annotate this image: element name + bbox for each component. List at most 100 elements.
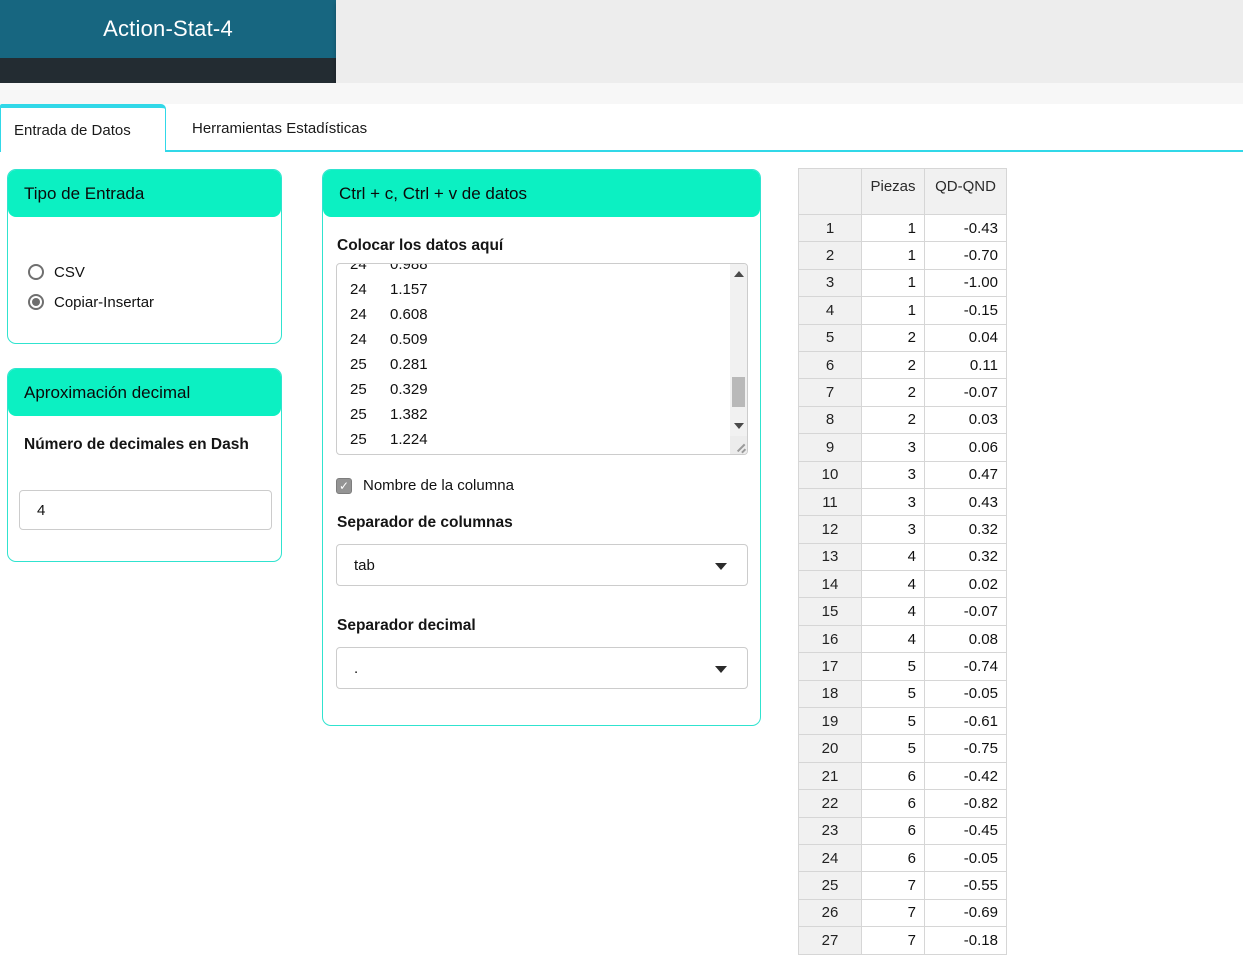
column-name-checkbox[interactable]: ✓ — [336, 477, 352, 494]
radio-option-copiar-insertar[interactable]: Copiar-Insertar — [28, 287, 281, 317]
textarea-line: 24 1.157 — [350, 281, 428, 298]
piezas-cell[interactable]: 1 — [861, 213, 925, 243]
row-index-cell: 17 — [798, 652, 862, 681]
qdqnd-cell[interactable]: -0.61 — [924, 707, 1007, 736]
piezas-cell[interactable]: 2 — [861, 378, 925, 407]
radio-button-icon[interactable] — [28, 264, 44, 280]
qdqnd-cell[interactable]: -0.74 — [924, 652, 1007, 681]
piezas-cell[interactable]: 2 — [861, 323, 925, 352]
tab-entrada-de-datos[interactable]: Entrada de Datos — [0, 104, 166, 152]
resize-grip-icon — [741, 447, 746, 453]
piezas-cell[interactable]: 1 — [861, 241, 925, 270]
qdqnd-cell[interactable]: -0.82 — [924, 789, 1007, 818]
qdqnd-cell[interactable]: -0.43 — [924, 213, 1007, 243]
column-separator-select[interactable]: tab — [336, 544, 748, 586]
piezas-cell[interactable]: 6 — [861, 816, 925, 845]
qdqnd-cell[interactable]: -0.18 — [924, 926, 1007, 955]
piezas-cell[interactable]: 7 — [861, 898, 925, 928]
checkbox-label: Nombre de la columna — [363, 477, 514, 494]
piezas-cell[interactable]: 5 — [861, 652, 925, 681]
textarea-resize-handle[interactable] — [730, 436, 747, 454]
column-separator-label: Separador de columnas — [337, 514, 513, 531]
piezas-cell[interactable]: 4 — [861, 542, 925, 572]
row-index-cell: 3 — [798, 268, 862, 298]
piezas-cell[interactable]: 4 — [861, 570, 925, 599]
qdqnd-cell[interactable]: 0.04 — [924, 323, 1007, 352]
table-row: 5 2 0.04 — [798, 323, 1007, 352]
piezas-cell[interactable]: 5 — [861, 707, 925, 736]
table-row: 23 6 -0.45 — [798, 816, 1007, 845]
qdqnd-cell[interactable]: 0.11 — [924, 350, 1007, 380]
qdqnd-cell[interactable]: -0.70 — [924, 241, 1007, 270]
piezas-cell[interactable]: 5 — [861, 734, 925, 763]
qdqnd-cell[interactable]: 0.32 — [924, 542, 1007, 572]
input-type-radio-group: CSV Copiar-Insertar — [8, 217, 281, 317]
qdqnd-cell[interactable]: -0.42 — [924, 761, 1007, 791]
column-separator-value: tab — [354, 556, 375, 574]
piezas-cell[interactable]: 7 — [861, 871, 925, 900]
table-row: 18 5 -0.05 — [798, 679, 1007, 709]
decimal-separator-select[interactable]: . — [336, 647, 748, 689]
textarea-line: 25 0.329 — [350, 381, 428, 398]
scroll-down-arrow-icon[interactable] — [734, 423, 744, 429]
qdqnd-cell[interactable]: 0.43 — [924, 487, 1007, 517]
qdqnd-cell[interactable]: -0.75 — [924, 734, 1007, 763]
radio-option-csv[interactable]: CSV — [28, 257, 281, 287]
row-index-cell: 8 — [798, 405, 862, 435]
piezas-cell[interactable]: 3 — [861, 487, 925, 517]
scroll-up-arrow-icon[interactable] — [734, 271, 744, 277]
decimals-input[interactable] — [19, 490, 272, 530]
table-row: 2 1 -0.70 — [798, 241, 1007, 270]
header-piezas: Piezas — [861, 168, 925, 215]
piezas-cell[interactable]: 2 — [861, 350, 925, 380]
piezas-cell[interactable]: 2 — [861, 405, 925, 435]
qdqnd-cell[interactable]: -0.07 — [924, 597, 1007, 626]
piezas-cell[interactable]: 4 — [861, 597, 925, 626]
row-index-cell: 6 — [798, 350, 862, 380]
qdqnd-cell[interactable]: 0.08 — [924, 624, 1007, 654]
header-gray-panel — [336, 0, 1243, 83]
piezas-cell[interactable]: 4 — [861, 624, 925, 654]
table-row: 27 7 -0.18 — [798, 926, 1007, 955]
row-index-cell: 15 — [798, 597, 862, 626]
qdqnd-cell[interactable]: 0.32 — [924, 515, 1007, 544]
qdqnd-cell[interactable]: -0.07 — [924, 378, 1007, 407]
paste-textarea[interactable]: 24 0.988 24 1.157 24 0.608 24 0.509 25 0.281 25 0.3… — [336, 263, 748, 455]
qdqnd-cell[interactable]: 0.06 — [924, 433, 1007, 462]
table-row: 10 3 0.47 — [798, 460, 1007, 489]
qdqnd-cell[interactable]: -0.05 — [924, 843, 1007, 873]
qdqnd-cell[interactable]: -0.55 — [924, 871, 1007, 900]
qdqnd-cell[interactable]: -1.00 — [924, 268, 1007, 298]
scrollbar-thumb[interactable] — [732, 377, 745, 407]
qdqnd-cell[interactable]: 0.02 — [924, 570, 1007, 599]
table-row: 20 5 -0.75 — [798, 734, 1007, 763]
piezas-cell[interactable]: 3 — [861, 460, 925, 489]
table-row: 15 4 -0.07 — [798, 597, 1007, 626]
qdqnd-cell[interactable]: 0.47 — [924, 460, 1007, 489]
piezas-cell[interactable]: 1 — [861, 268, 925, 298]
paste-panel-title: Ctrl + c, Ctrl + v de datos — [323, 170, 760, 217]
qdqnd-cell[interactable]: -0.69 — [924, 898, 1007, 928]
chevron-down-icon — [715, 666, 727, 673]
qdqnd-cell[interactable]: -0.05 — [924, 679, 1007, 709]
radio-button-selected-icon[interactable] — [28, 294, 44, 310]
qdqnd-cell[interactable]: -0.15 — [924, 296, 1007, 325]
textarea-scrollbar[interactable] — [730, 264, 747, 436]
qdqnd-cell[interactable]: -0.45 — [924, 816, 1007, 845]
piezas-cell[interactable]: 7 — [861, 926, 925, 955]
qdqnd-cell[interactable]: 0.03 — [924, 405, 1007, 435]
piezas-cell[interactable]: 6 — [861, 789, 925, 818]
piezas-cell[interactable]: 1 — [861, 296, 925, 325]
table-row: 26 7 -0.69 — [798, 898, 1007, 928]
piezas-cell[interactable]: 6 — [861, 761, 925, 791]
piezas-cell[interactable]: 5 — [861, 679, 925, 709]
table-row: 1 1 -0.43 — [798, 213, 1007, 243]
tab-herramientas-estadisticas[interactable]: Herramientas Estadísticas — [166, 104, 367, 152]
table-row: 11 3 0.43 — [798, 487, 1007, 517]
column-name-checkbox-row[interactable]: ✓ Nombre de la columna — [336, 477, 760, 494]
piezas-cell[interactable]: 3 — [861, 515, 925, 544]
piezas-cell[interactable]: 6 — [861, 843, 925, 873]
row-index-cell: 10 — [798, 460, 862, 489]
piezas-cell[interactable]: 3 — [861, 433, 925, 462]
table-row: 24 6 -0.05 — [798, 843, 1007, 873]
